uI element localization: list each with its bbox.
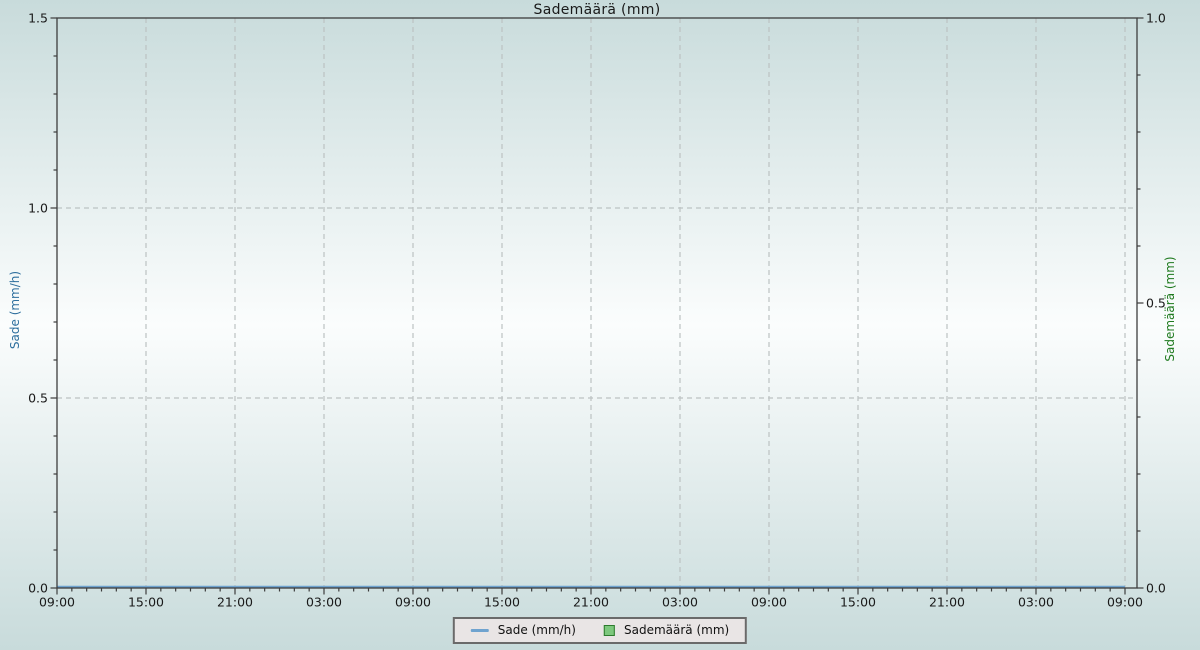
x-axis-tick-label: 15:00 xyxy=(484,595,520,610)
right-axis-tick-label: 0.5 xyxy=(1146,296,1166,311)
left-axis-tick-label: 0.5 xyxy=(28,391,48,406)
left-axis-tick-label: 1.5 xyxy=(28,11,48,26)
x-axis-tick-label: 15:00 xyxy=(840,595,876,610)
left-axis-tick-label: 1.0 xyxy=(28,201,48,216)
x-axis-tick-label: 09:00 xyxy=(751,595,787,610)
x-axis-tick-label: 09:00 xyxy=(39,595,75,610)
x-axis-tick-label: 03:00 xyxy=(306,595,342,610)
chart-page: { "title": "Sademäärä (mm)", "colors": {… xyxy=(0,0,1200,650)
right-axis-tick-label: 0.0 xyxy=(1146,581,1166,596)
legend-item-label: Sademäärä (mm) xyxy=(624,623,729,638)
x-axis-tick-label: 09:00 xyxy=(1107,595,1143,610)
legend-item-rain-rate: Sade (mm/h) xyxy=(471,623,576,638)
left-axis-tick-label: 0.0 xyxy=(28,581,48,596)
right-axis-tick-label: 1.0 xyxy=(1146,11,1166,26)
plot-frame xyxy=(57,18,1137,588)
x-axis-tick-label: 03:00 xyxy=(1018,595,1054,610)
x-axis-tick-label: 15:00 xyxy=(128,595,164,610)
x-axis-tick-label: 09:00 xyxy=(395,595,431,610)
x-axis-tick-label: 21:00 xyxy=(573,595,609,610)
square-marker-icon xyxy=(604,625,615,636)
line-marker-icon xyxy=(471,629,489,632)
legend-item-rain-amount: Sademäärä (mm) xyxy=(604,623,729,638)
legend-item-label: Sade (mm/h) xyxy=(498,623,576,638)
chart-legend: Sade (mm/h) Sademäärä (mm) xyxy=(453,617,747,644)
x-axis-tick-label: 21:00 xyxy=(217,595,253,610)
x-axis-tick-label: 21:00 xyxy=(929,595,965,610)
precipitation-chart: 0.0 0.5 1.0 1.5 0.0 0.5 1.0 09:00 15:00 21:00 03:0… xyxy=(0,0,1200,650)
x-axis-tick-label: 03:00 xyxy=(662,595,698,610)
